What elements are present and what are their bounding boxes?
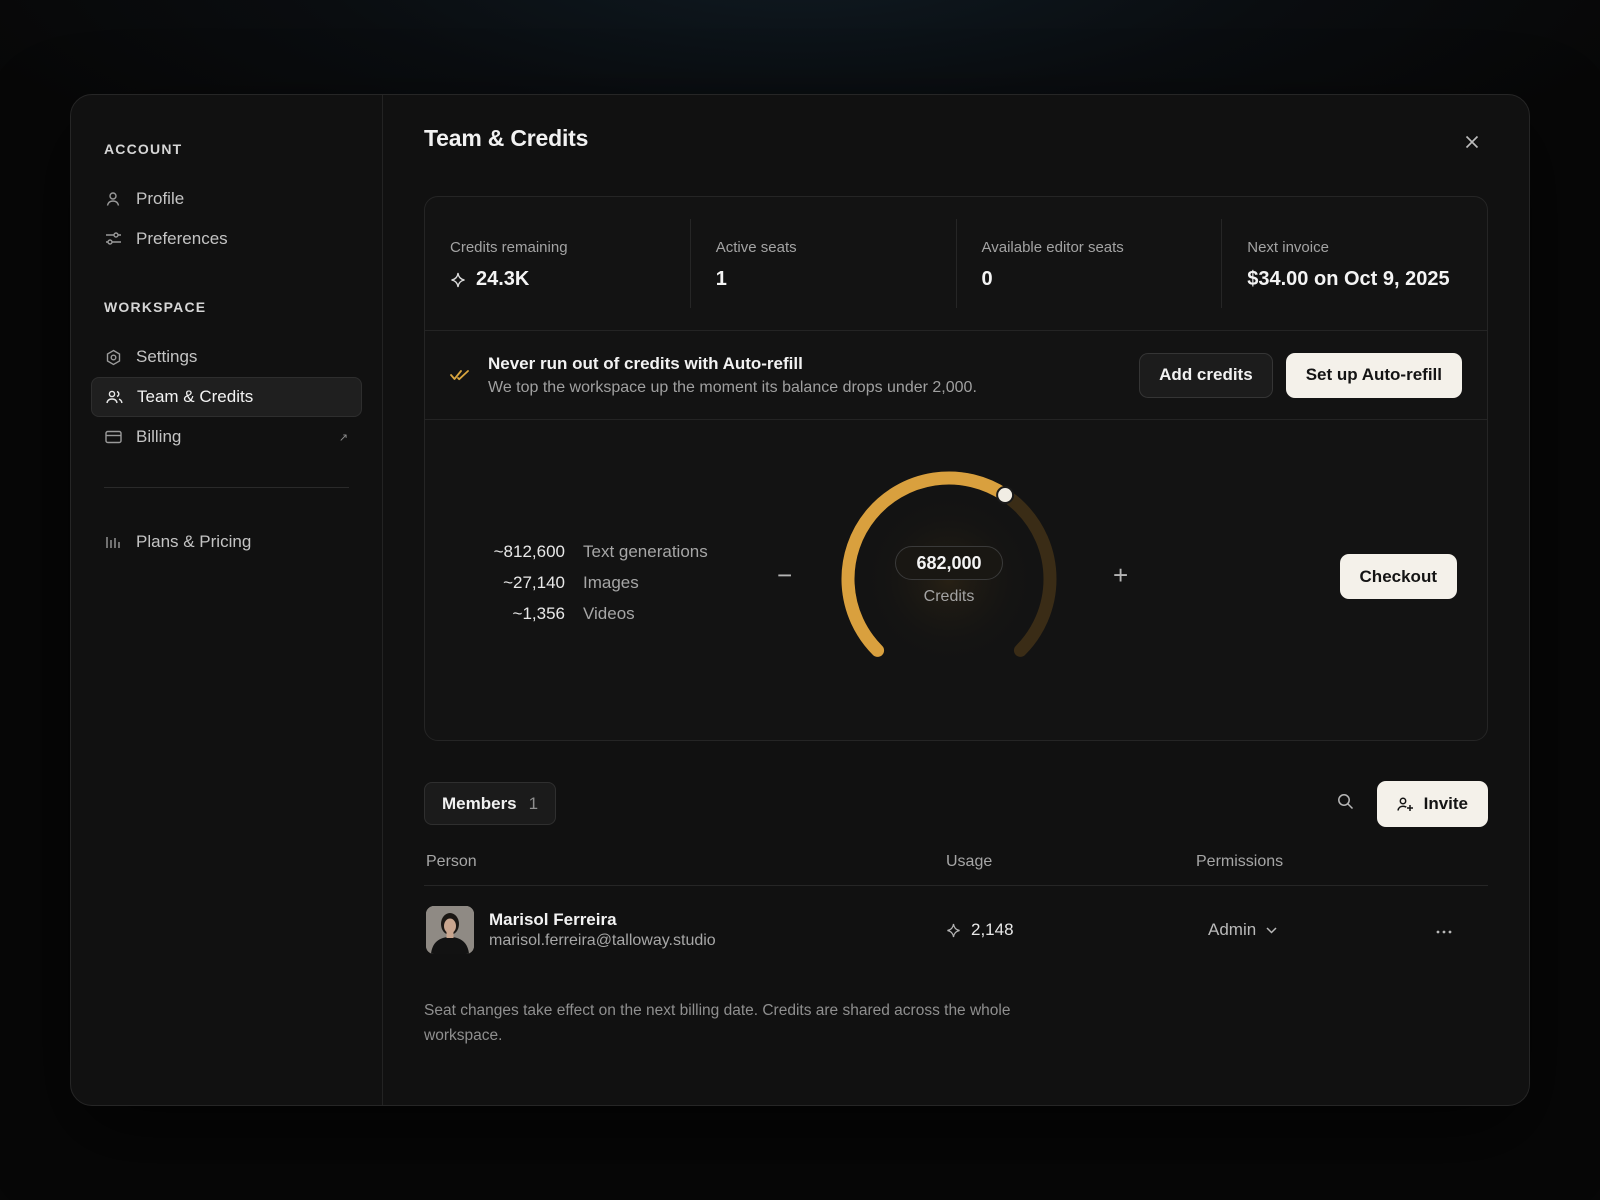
add-credits-button[interactable]: Add credits bbox=[1139, 352, 1273, 398]
double-check-icon bbox=[450, 369, 472, 381]
members-toolbar: Members 1 Invite bbox=[424, 781, 1488, 827]
member-email: marisol.ferreira@talloway.studio bbox=[489, 932, 716, 949]
auto-refill-banner: Never run out of credits with Auto-refil… bbox=[425, 331, 1487, 420]
members-count: 1 bbox=[528, 793, 539, 813]
sliders-icon bbox=[104, 230, 122, 248]
members-tab-label: Members bbox=[442, 793, 517, 813]
external-link-icon: ↗ bbox=[338, 431, 348, 444]
sidebar-divider bbox=[104, 487, 349, 488]
sidebar-item-billing[interactable]: Billing ↗ bbox=[91, 417, 362, 457]
sidebar-item-label: Team & Credits bbox=[137, 387, 254, 406]
stat-label: Active seats bbox=[715, 239, 797, 256]
page-title: Team & Credits bbox=[424, 125, 589, 151]
yield-kind: Text generations bbox=[583, 541, 708, 561]
stat-available-editor-seats: Available editor seats 0 bbox=[957, 219, 1223, 308]
credit-calculator: ~812,600 Text generations ~27,140 Images… bbox=[425, 420, 1487, 740]
sparkle-icon bbox=[946, 923, 961, 938]
workspace-section-label: WORKSPACE bbox=[104, 299, 207, 315]
user-icon bbox=[104, 190, 122, 208]
stat-next-invoice: Next invoice $34.00 on Oct 9, 2025 bbox=[1222, 219, 1487, 308]
dial-value[interactable]: 682,000 bbox=[895, 546, 1003, 580]
member-usage-value: 2,148 bbox=[971, 920, 1014, 939]
sidebar-item-label: Billing bbox=[136, 427, 182, 446]
stat-label: Credits remaining bbox=[450, 239, 568, 256]
stat-value: $34.00 on Oct 9, 2025 bbox=[1247, 268, 1450, 290]
auto-refill-subtitle: We top the workspace up the moment its b… bbox=[488, 378, 977, 396]
stats-row: Credits remaining 24.3K Active seats 1 A… bbox=[425, 197, 1487, 331]
stat-value: 24.3K bbox=[450, 268, 665, 291]
dial-label: Credits bbox=[923, 588, 975, 605]
members-table-header: Person Usage Permissions bbox=[424, 853, 1488, 886]
yield-kind: Videos bbox=[583, 603, 635, 623]
column-person: Person bbox=[426, 853, 477, 870]
search-button[interactable] bbox=[1337, 793, 1354, 815]
stat-credits-remaining: Credits remaining 24.3K bbox=[425, 219, 691, 308]
avatar bbox=[426, 906, 474, 954]
checkout-button[interactable]: Checkout bbox=[1339, 554, 1457, 599]
permission-dropdown[interactable]: Admin bbox=[1208, 920, 1277, 940]
card-icon bbox=[104, 428, 122, 446]
sidebar-item-settings[interactable]: Settings bbox=[91, 337, 362, 377]
add-user-icon bbox=[1396, 796, 1414, 812]
settings-sidebar: ACCOUNT Profile Preferences WORKSPACE Se… bbox=[71, 95, 383, 1105]
member-name: Marisol Ferreira bbox=[489, 910, 617, 929]
yield-row: ~27,140 Images bbox=[483, 567, 708, 598]
sidebar-item-plans-pricing[interactable]: Plans & Pricing bbox=[91, 522, 362, 562]
tab-members[interactable]: Members 1 bbox=[424, 782, 557, 825]
member-usage: 2,148 bbox=[946, 920, 1014, 940]
auto-refill-title: Never run out of credits with Auto-refil… bbox=[488, 353, 803, 373]
credits-card: Credits remaining 24.3K Active seats 1 A… bbox=[424, 196, 1488, 741]
stat-value-text: 24.3K bbox=[476, 268, 530, 290]
main-panel: Team & Credits Credits remaining 24.3K A… bbox=[383, 95, 1529, 1105]
column-permissions: Permissions bbox=[1196, 853, 1284, 870]
table-row: Marisol Ferreira marisol.ferreira@tallow… bbox=[424, 886, 1488, 976]
yield-amount: ~27,140 bbox=[503, 572, 565, 592]
footnote: Seat changes take effect on the next bil… bbox=[424, 1002, 1011, 1044]
yield-kind: Images bbox=[583, 572, 639, 592]
invite-button[interactable]: Invite bbox=[1376, 781, 1488, 827]
bar-chart-icon bbox=[104, 533, 122, 551]
column-usage: Usage bbox=[946, 853, 993, 870]
auto-refill-text: Never run out of credits with Auto-refil… bbox=[488, 354, 1139, 397]
permission-value: Admin bbox=[1208, 920, 1257, 939]
row-more-button[interactable] bbox=[1436, 918, 1452, 939]
increase-credits-button[interactable]: + bbox=[1113, 560, 1128, 591]
stat-value: 1 bbox=[715, 268, 727, 290]
yield-amount: ~1,356 bbox=[512, 603, 565, 623]
yield-row: ~812,600 Text generations bbox=[483, 536, 708, 567]
close-icon bbox=[1465, 135, 1479, 149]
stat-label: Available editor seats bbox=[981, 239, 1124, 256]
account-section-label: ACCOUNT bbox=[104, 141, 183, 157]
yield-amount: ~812,600 bbox=[493, 541, 565, 561]
sidebar-item-preferences[interactable]: Preferences bbox=[91, 219, 362, 259]
invite-label: Invite bbox=[1423, 794, 1468, 813]
credit-yields: ~812,600 Text generations ~27,140 Images… bbox=[483, 536, 708, 629]
sidebar-item-label: Settings bbox=[136, 347, 198, 366]
close-button[interactable] bbox=[1459, 129, 1485, 155]
sidebar-item-team-credits[interactable]: Team & Credits bbox=[91, 377, 362, 417]
decrease-credits-button[interactable]: − bbox=[777, 560, 792, 591]
search-icon bbox=[1338, 794, 1354, 810]
sidebar-item-label: Plans & Pricing bbox=[136, 532, 252, 551]
sidebar-item-profile[interactable]: Profile bbox=[91, 179, 362, 219]
sparkle-icon bbox=[450, 272, 466, 288]
chevron-down-icon bbox=[1266, 926, 1277, 934]
stat-label: Next invoice bbox=[1247, 239, 1329, 256]
dial-knob[interactable] bbox=[996, 486, 1015, 505]
yield-row: ~1,356 Videos bbox=[483, 598, 708, 629]
stat-value: 0 bbox=[981, 268, 993, 290]
gear-icon bbox=[104, 348, 122, 366]
sidebar-item-label: Preferences bbox=[136, 229, 228, 248]
setup-auto-refill-button[interactable]: Set up Auto-refill bbox=[1285, 352, 1462, 398]
more-icon bbox=[1436, 930, 1452, 934]
team-credits-modal: ACCOUNT Profile Preferences WORKSPACE Se… bbox=[70, 94, 1530, 1106]
sidebar-item-label: Profile bbox=[136, 189, 185, 208]
stat-active-seats: Active seats 1 bbox=[691, 219, 957, 308]
users-icon bbox=[105, 388, 123, 406]
